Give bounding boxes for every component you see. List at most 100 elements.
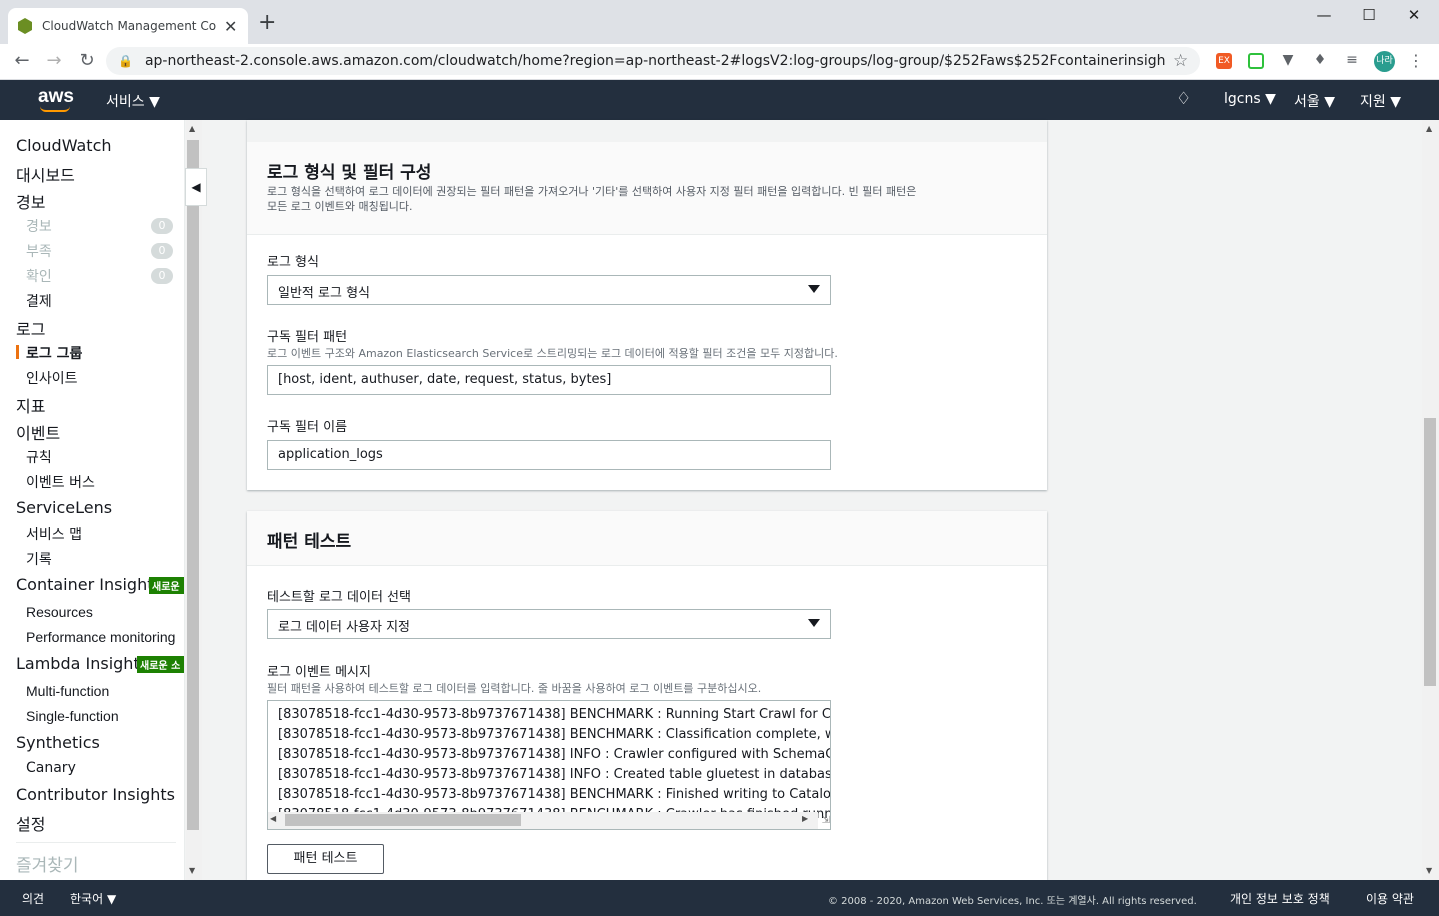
notification-bell-icon[interactable]: ♢ [1176,89,1191,109]
extension-v-icon[interactable]: ▼ [1280,53,1296,69]
test-data-value: 로그 데이터 사용자 지정 [278,620,410,635]
profile-avatar[interactable]: 나라 [1374,51,1395,72]
services-label: 서비스 [106,94,145,110]
new-tab-button[interactable]: + [258,10,276,35]
resize-handle-icon[interactable]: ⇲ [818,815,830,829]
account-label: lgcns [1224,91,1261,107]
nav-events[interactable]: 이벤트 [16,420,60,444]
nav-servicelens[interactable]: ServiceLens [16,498,112,517]
nav-cloudwatch[interactable]: CloudWatch [16,136,112,155]
close-tab-icon[interactable]: ✕ [224,17,237,36]
insufficient-count-badge: 0 [151,243,173,259]
sidebar-scrollbar-thumb[interactable] [187,140,199,830]
panel-title: 로그 형식 및 필터 구성 [267,163,432,183]
log-format-filter-panel: 로그 형식 및 필터 구성 로그 형식을 선택하여 로그 데이터에 권장되는 필… [247,120,1047,490]
panel-header [247,511,1047,566]
nav-service-map[interactable]: 서비스 맵 [26,524,82,544]
scroll-left-icon[interactable]: ◀ [270,814,276,823]
scroll-down-icon[interactable]: ▼ [1426,866,1432,875]
nav-container-insights[interactable]: Container Insights [16,575,162,594]
collapse-sidebar-icon[interactable]: ◀ [185,168,207,206]
nav-alarm-ok[interactable]: 확인 [26,266,52,286]
region-menu[interactable]: 서울 ▼ [1294,91,1335,111]
privacy-policy-link[interactable]: 개인 정보 보호 정책 [1230,890,1330,907]
maximize-icon[interactable]: ☐ [1349,6,1389,24]
test-pattern-button[interactable]: 패턴 테스트 [267,844,384,874]
alarm-count-badge: 0 [151,218,173,234]
nav-performance-monitoring[interactable]: Performance monitoring [26,629,175,645]
services-menu[interactable]: 서비스 ▼ [106,91,160,111]
log-format-select[interactable]: 일반적 로그 형식 [267,275,831,305]
dropdown-arrow-icon [808,285,820,293]
filter-pattern-label: 구독 필터 패턴 [267,330,348,345]
caret-down-icon: ▼ [1265,91,1276,107]
log-format-value: 일반적 로그 형식 [278,286,370,301]
extensions-puzzle-icon[interactable]: ♦ [1312,53,1328,69]
filter-name-label: 구독 필터 이름 [267,420,348,435]
log-line: [83078518-fcc1-4d30-9573-8b9737671438] B… [278,727,831,742]
nav-logs-insights[interactable]: 인사이트 [26,368,78,388]
address-bar[interactable]: 🔒 ap-northeast-2.console.aws.amazon.com/… [106,47,1200,75]
caret-down-icon: ▼ [106,892,117,906]
nav-alarms[interactable]: 경보 [16,189,45,213]
test-data-select[interactable]: 로그 데이터 사용자 지정 [267,609,831,639]
scroll-up-icon[interactable]: ▲ [1426,124,1432,133]
dropdown-arrow-icon [808,619,820,627]
nav-traces[interactable]: 기록 [26,549,52,569]
browser-menu-icon[interactable]: ⋮ [1408,53,1424,69]
aws-logo-smile-icon [40,106,70,112]
nav-multi-function[interactable]: Multi-function [26,683,109,699]
extension-ex-icon[interactable]: EX [1216,53,1232,69]
minimize-icon[interactable]: — [1304,6,1344,24]
log-line: [83078518-fcc1-4d30-9573-8b9737671438] I… [278,767,831,782]
nav-log-groups[interactable]: 로그 그룹 [26,343,82,363]
bookmark-star-icon[interactable]: ☆ [1173,51,1188,71]
nav-synthetics[interactable]: Synthetics [16,733,100,752]
nav-lambda-insights[interactable]: Lambda Insights [16,654,148,673]
media-control-icon[interactable]: ≡ [1344,53,1360,69]
support-label: 지원 [1360,94,1386,110]
nav-billing[interactable]: 결제 [26,291,52,311]
language-selector[interactable]: 한국어 ▼ [70,890,116,907]
copyright-text: © 2008 - 2020, Amazon Web Services, Inc.… [828,896,1197,907]
reload-icon[interactable]: ↻ [75,50,99,71]
log-event-textarea[interactable]: [83078518-fcc1-4d30-9573-8b9737671438] B… [267,700,831,830]
close-window-icon[interactable]: ✕ [1394,6,1434,24]
nav-rules[interactable]: 규칙 [26,447,52,467]
nav-settings[interactable]: 설정 [16,811,45,835]
nav-resources[interactable]: Resources [26,604,93,620]
nav-favorites[interactable]: 즐겨찾기 [16,851,79,876]
region-label: 서울 [1294,94,1320,110]
forward-icon[interactable]: → [42,50,66,71]
scroll-up-icon[interactable]: ▲ [189,124,195,133]
scroll-right-icon[interactable]: ▶ [802,814,808,823]
back-icon[interactable]: ← [10,50,34,71]
nav-alarm-insufficient[interactable]: 부족 [26,241,52,261]
nav-event-buses[interactable]: 이벤트 버스 [26,472,95,492]
caret-down-icon: ▼ [1324,94,1335,110]
support-menu[interactable]: 지원 ▼ [1360,91,1401,111]
nav-canary[interactable]: Canary [26,760,76,776]
nav-dashboard[interactable]: 대시보드 [16,162,75,186]
nav-contributor-insights[interactable]: Contributor Insights [16,785,175,804]
aws-logo[interactable]: aws [38,86,74,108]
extension-green-icon[interactable] [1248,53,1264,69]
account-menu[interactable]: lgcns ▼ [1224,91,1276,107]
nav-alarm-in-alarm[interactable]: 경보 [26,216,52,236]
scroll-down-icon[interactable]: ▼ [189,866,195,875]
filter-name-input[interactable]: application_logs [267,440,831,470]
browser-tab[interactable]: CloudWatch Management Console ✕ [8,8,248,44]
description-line: 모든 로그 이벤트와 매칭됩니다. [267,200,413,213]
feedback-link[interactable]: 의견 [22,890,44,907]
filter-pattern-hint: 로그 이벤트 구조와 Amazon Elasticsearch Service로… [267,347,838,360]
navigation-sidebar: CloudWatch 대시보드 경보 경보 0 부족 0 확인 0 결제 로그 … [0,120,185,880]
nav-metrics[interactable]: 지표 [16,393,45,417]
tab-title: CloudWatch Management Console [42,19,216,33]
nav-logs[interactable]: 로그 [16,316,45,340]
page-scrollbar-thumb[interactable] [1424,418,1436,686]
nav-single-function[interactable]: Single-function [26,708,119,724]
filter-pattern-input[interactable]: [host, ident, authuser, date, request, s… [267,365,831,395]
textarea-scrollbar-thumb[interactable] [285,814,521,826]
log-message-hint: 필터 패턴을 사용하여 테스트할 로그 데이터를 입력합니다. 줄 바꿈을 사용… [267,682,762,695]
terms-link[interactable]: 이용 약관 [1366,890,1414,907]
